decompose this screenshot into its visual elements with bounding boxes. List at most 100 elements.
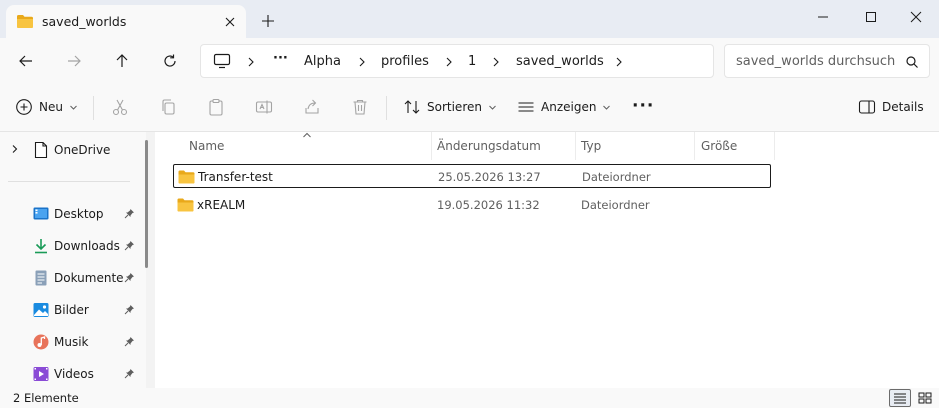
sidebar-divider bbox=[8, 181, 130, 182]
folder-icon bbox=[178, 170, 195, 184]
command-bar: Neu Sortieren Anzeigen ··· Details bbox=[0, 84, 939, 132]
share-button[interactable] bbox=[303, 98, 321, 116]
sidebar-item-music[interactable]: Musik bbox=[0, 328, 146, 356]
column-header-name[interactable]: Name bbox=[189, 139, 224, 153]
rename-icon bbox=[255, 98, 273, 116]
delete-button[interactable] bbox=[351, 98, 369, 116]
pin-icon bbox=[124, 272, 135, 283]
title-bar: saved_worlds bbox=[0, 0, 939, 38]
minimize-button[interactable] bbox=[800, 2, 846, 32]
file-date: 25.05.2026 13:27 bbox=[438, 170, 541, 184]
address-bar[interactable]: ··· Alpha profiles 1 saved_worlds bbox=[200, 44, 714, 78]
cloud-document-icon bbox=[33, 141, 49, 159]
up-button[interactable] bbox=[111, 50, 133, 72]
details-label: Details bbox=[882, 100, 924, 114]
breadcrumb-saved-worlds[interactable]: saved_worlds bbox=[516, 54, 604, 69]
sidebar-scrollbar[interactable] bbox=[145, 140, 148, 268]
sidebar-label-onedrive: OneDrive bbox=[54, 143, 111, 157]
command-separator bbox=[386, 96, 387, 120]
table-row[interactable]: xREALM 19.05.2026 11:32 Dateiordner bbox=[173, 193, 771, 217]
refresh-button[interactable] bbox=[159, 50, 181, 72]
downloads-icon bbox=[33, 238, 49, 254]
tab-saved-worlds[interactable]: saved_worlds bbox=[6, 5, 246, 38]
sort-button[interactable]: Sortieren bbox=[403, 98, 497, 116]
folder-icon bbox=[16, 14, 34, 29]
sort-icon bbox=[403, 98, 421, 116]
chevron-right-icon[interactable] bbox=[443, 56, 455, 68]
share-icon bbox=[303, 98, 321, 116]
breadcrumb-alpha[interactable]: Alpha bbox=[304, 54, 341, 69]
sidebar-label: Bilder bbox=[54, 303, 89, 317]
new-tab-icon[interactable] bbox=[258, 11, 278, 31]
search-input[interactable]: saved_worlds durchsuch bbox=[724, 44, 930, 78]
sidebar-label: Downloads bbox=[54, 239, 120, 253]
details-view-button[interactable] bbox=[889, 389, 911, 407]
view-label: Anzeigen bbox=[541, 100, 597, 114]
search-icon[interactable] bbox=[905, 55, 919, 69]
breadcrumb-profiles[interactable]: profiles bbox=[381, 54, 429, 69]
status-bar: 2 Elemente bbox=[0, 388, 939, 408]
sidebar-item-documents[interactable]: Dokumente bbox=[0, 264, 146, 292]
file-type: Dateiordner bbox=[581, 198, 650, 212]
search-placeholder: saved_worlds durchsuch bbox=[736, 54, 896, 69]
forward-button[interactable] bbox=[63, 50, 85, 72]
expand-chevron-icon[interactable] bbox=[10, 144, 20, 154]
sort-label: Sortieren bbox=[427, 100, 482, 114]
rename-button[interactable] bbox=[255, 98, 273, 116]
table-row[interactable]: Transfer-test 25.05.2026 13:27 Dateiordn… bbox=[173, 164, 771, 188]
pictures-icon bbox=[33, 302, 49, 318]
pin-icon bbox=[124, 336, 135, 347]
column-separator[interactable] bbox=[694, 132, 695, 160]
chevron-down-icon bbox=[602, 103, 611, 112]
chevron-right-icon[interactable] bbox=[613, 56, 625, 68]
sidebar-item-desktop[interactable]: Desktop bbox=[0, 200, 146, 228]
column-header-date[interactable]: Änderungsdatum bbox=[437, 139, 541, 153]
paste-button[interactable] bbox=[207, 98, 225, 116]
chevron-right-icon[interactable] bbox=[245, 56, 257, 68]
chevron-down-icon bbox=[69, 103, 78, 112]
back-button[interactable] bbox=[15, 50, 37, 72]
sidebar-item-pictures[interactable]: Bilder bbox=[0, 296, 146, 324]
sidebar-label: Musik bbox=[54, 335, 89, 349]
details-button[interactable]: Details bbox=[858, 98, 924, 116]
computer-icon[interactable] bbox=[213, 53, 231, 69]
sidebar-item-videos[interactable]: Videos bbox=[0, 360, 146, 388]
view-button[interactable]: Anzeigen bbox=[517, 98, 611, 116]
pin-icon bbox=[124, 208, 135, 219]
breadcrumb-1[interactable]: 1 bbox=[468, 54, 476, 69]
close-window-button[interactable] bbox=[893, 2, 939, 32]
new-label: Neu bbox=[39, 100, 63, 114]
chevron-right-icon[interactable] bbox=[356, 56, 368, 68]
details-pane-icon bbox=[858, 98, 876, 116]
cut-button[interactable] bbox=[111, 98, 129, 116]
sort-ascending-icon bbox=[302, 132, 312, 138]
sidebar-label: Videos bbox=[54, 367, 94, 381]
close-tab-icon[interactable] bbox=[222, 14, 238, 30]
tiles-view-button[interactable] bbox=[914, 389, 936, 407]
chevron-right-icon[interactable] bbox=[490, 56, 502, 68]
item-count: 2 Elemente bbox=[13, 391, 79, 405]
more-options-button[interactable]: ··· bbox=[632, 96, 654, 116]
more-locations-button[interactable]: ··· bbox=[273, 51, 288, 66]
command-separator bbox=[93, 96, 94, 120]
column-header-type[interactable]: Typ bbox=[581, 139, 601, 153]
sidebar-label: Desktop bbox=[54, 207, 104, 221]
copy-button[interactable] bbox=[159, 98, 177, 116]
list-view-icon bbox=[517, 98, 535, 116]
new-button[interactable]: Neu bbox=[15, 98, 78, 116]
trash-icon bbox=[351, 98, 369, 116]
file-type: Dateiordner bbox=[582, 170, 651, 184]
file-name: Transfer-test bbox=[198, 170, 273, 184]
sidebar-item-onedrive[interactable]: OneDrive bbox=[0, 136, 146, 164]
file-date: 19.05.2026 11:32 bbox=[437, 198, 540, 212]
column-separator[interactable] bbox=[431, 132, 432, 160]
pin-icon bbox=[124, 304, 135, 315]
copy-icon bbox=[159, 98, 177, 116]
column-separator[interactable] bbox=[575, 132, 576, 160]
column-separator[interactable] bbox=[774, 132, 775, 160]
tab-title: saved_worlds bbox=[42, 14, 127, 29]
sidebar-item-downloads[interactable]: Downloads bbox=[0, 232, 146, 260]
maximize-button[interactable] bbox=[848, 2, 894, 32]
file-list: Name Änderungsdatum Typ Größe Transfer-t… bbox=[155, 132, 939, 388]
column-header-size[interactable]: Größe bbox=[701, 139, 737, 153]
